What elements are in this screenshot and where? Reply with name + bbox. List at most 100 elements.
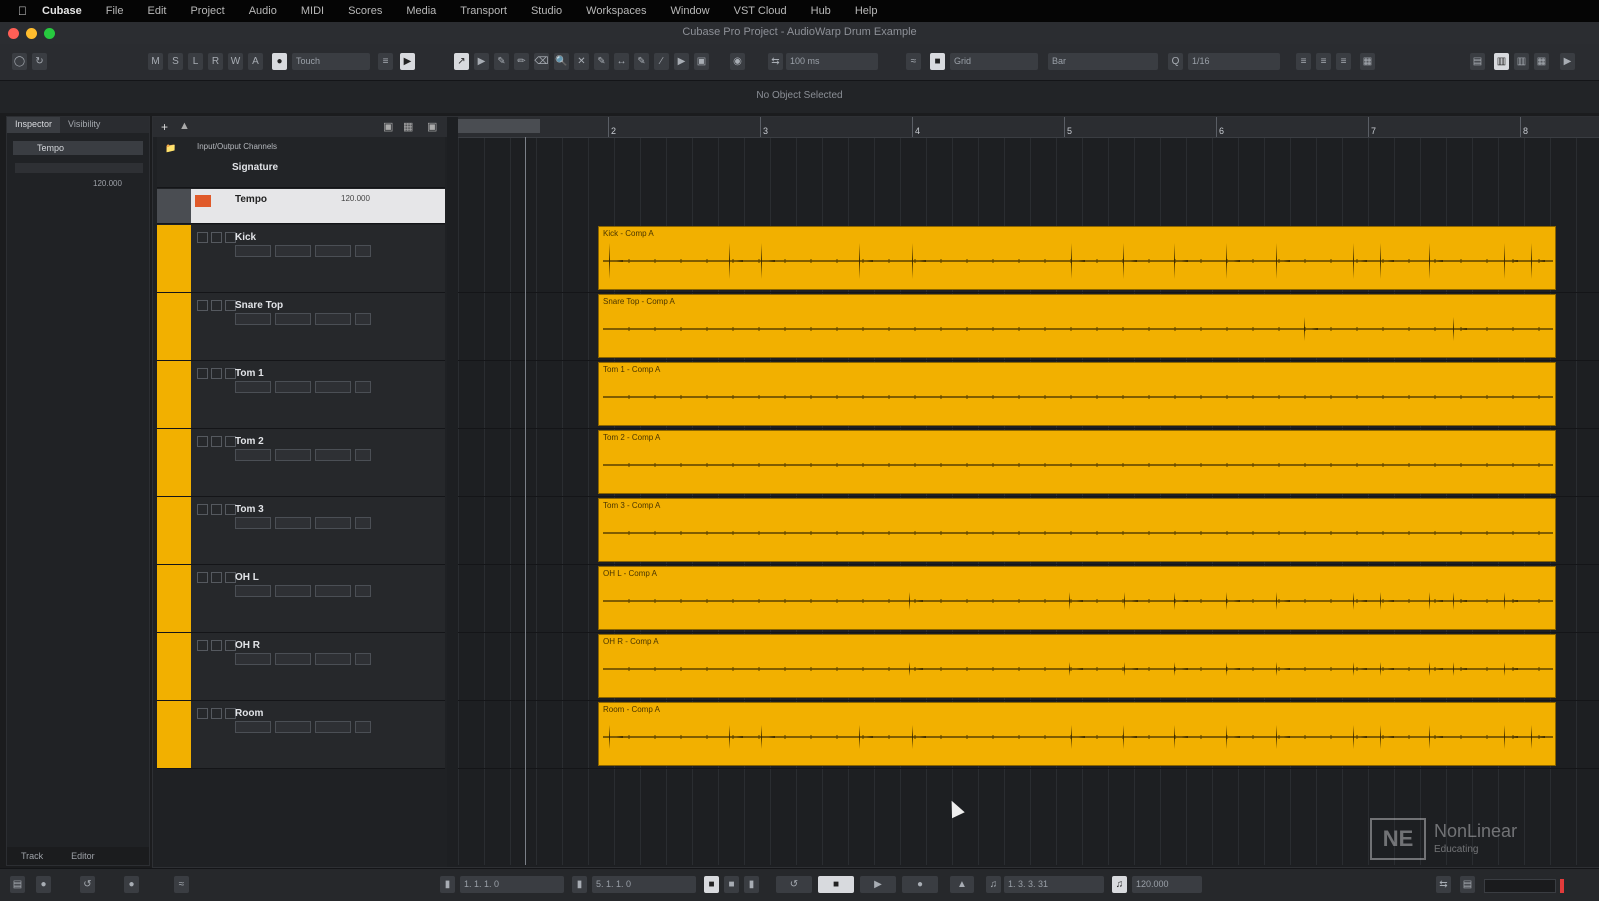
ruler[interactable]: 2 3 4 5 6 7 8 xyxy=(458,117,1599,138)
track-name[interactable]: Room xyxy=(235,708,263,719)
track-row[interactable]: Tom 3 xyxy=(157,497,445,565)
read-write-control[interactable] xyxy=(315,449,351,461)
tab-visibility[interactable]: Visibility xyxy=(60,117,108,133)
track-row[interactable]: OH R xyxy=(157,633,445,701)
left-locator-field[interactable]: 1. 1. 1. 0 xyxy=(460,876,564,893)
automation-mode-icon[interactable]: ● xyxy=(272,53,287,70)
track-color-strip[interactable] xyxy=(157,701,191,768)
erase-tool-icon[interactable]: ⌫ xyxy=(534,53,549,70)
track-color-strip[interactable] xyxy=(157,293,191,360)
track-name[interactable]: Tom 2 xyxy=(235,436,264,447)
solo-button[interactable] xyxy=(211,572,222,583)
primary-time-icon[interactable]: ♫ xyxy=(986,876,1001,893)
edit-button[interactable] xyxy=(355,585,371,597)
setup-window-icon[interactable]: ▦ xyxy=(1534,53,1549,70)
lower-zone-icon[interactable]: ▥ xyxy=(1494,53,1509,70)
position-field[interactable]: 1. 3. 3. 31 xyxy=(1004,876,1104,893)
solo-button[interactable] xyxy=(211,640,222,651)
color-tool-icon[interactable]: ▣ xyxy=(694,53,709,70)
nudge-icon[interactable]: ⇆ xyxy=(768,53,783,70)
edit-button[interactable] xyxy=(355,653,371,665)
tab-track[interactable]: Track xyxy=(7,847,57,865)
track-row[interactable]: Kick xyxy=(157,225,445,293)
record-button[interactable]: ● xyxy=(902,876,938,893)
edit-button[interactable] xyxy=(355,313,371,325)
solo-button[interactable] xyxy=(211,504,222,515)
track-color-strip[interactable] xyxy=(157,361,191,428)
edit-button[interactable] xyxy=(355,381,371,393)
track-color-strip[interactable] xyxy=(157,225,191,292)
constrain-delay-icon[interactable]: ↻ xyxy=(32,53,47,70)
add-track-icon[interactable]: + xyxy=(161,120,168,134)
track-name[interactable]: OH R xyxy=(235,640,260,651)
track-color-strip[interactable] xyxy=(157,633,191,700)
menu-media[interactable]: Media xyxy=(406,5,436,17)
mute-tool-icon[interactable]: ✕ xyxy=(574,53,589,70)
listen-icon[interactable]: L xyxy=(188,53,203,70)
volume-control[interactable] xyxy=(235,585,271,597)
track-lane[interactable]: Kick - Comp A xyxy=(458,225,1599,293)
track-row[interactable]: OH L xyxy=(157,565,445,633)
audio-event[interactable]: OH L - Comp A xyxy=(598,566,1556,630)
cycle-mode-icon[interactable]: ↺ xyxy=(80,876,95,893)
mute-button[interactable] xyxy=(197,232,208,243)
mute-button[interactable] xyxy=(197,640,208,651)
menu-project[interactable]: Project xyxy=(190,5,224,17)
track-lane[interactable]: OH R - Comp A xyxy=(458,633,1599,701)
volume-control[interactable] xyxy=(235,245,271,257)
track-presets-icon[interactable]: ▣ xyxy=(383,120,393,133)
stop-button[interactable]: ■ xyxy=(818,876,854,893)
inspector-track-name[interactable]: Tempo xyxy=(13,141,143,155)
left-zone-icon[interactable]: ▤ xyxy=(1470,53,1485,70)
iterative-quantize-icon[interactable]: ≡ xyxy=(1296,53,1311,70)
activate-project-icon[interactable]: ◯ xyxy=(12,53,27,70)
solo-button[interactable] xyxy=(211,232,222,243)
audio-event[interactable]: Tom 2 - Comp A xyxy=(598,430,1556,494)
project-cursor[interactable] xyxy=(525,137,526,865)
read-write-control[interactable] xyxy=(315,585,351,597)
punch-in-icon[interactable]: ■ xyxy=(704,876,719,893)
track-lane[interactable]: Tom 1 - Comp A xyxy=(458,361,1599,429)
object-selection-tool-icon[interactable]: ↗ xyxy=(454,53,469,70)
volume-control[interactable] xyxy=(235,313,271,325)
mute-button[interactable] xyxy=(197,368,208,379)
line-tool-icon[interactable]: ∕ xyxy=(654,53,669,70)
tempo-track[interactable]: Tempo 120.000 xyxy=(157,189,445,224)
split-tool-icon[interactable]: ✎ xyxy=(494,53,509,70)
inspector-tempo-slider[interactable] xyxy=(15,163,143,173)
solo-button[interactable] xyxy=(211,436,222,447)
mute-icon[interactable]: M xyxy=(148,53,163,70)
track-name[interactable]: Snare Top xyxy=(235,300,283,311)
track-row[interactable]: Tom 1 xyxy=(157,361,445,429)
pan-control[interactable] xyxy=(275,449,311,461)
menu-midi[interactable]: MIDI xyxy=(301,5,324,17)
pan-control[interactable] xyxy=(275,517,311,529)
tab-inspector[interactable]: Inspector xyxy=(7,117,61,133)
tab-editor[interactable]: Editor xyxy=(57,847,109,865)
lower-zone-toggle-icon[interactable]: ▤ xyxy=(10,876,25,893)
comp-tool-icon[interactable]: ✎ xyxy=(594,53,609,70)
right-zone-icon[interactable]: ▥ xyxy=(1514,53,1529,70)
pan-control[interactable] xyxy=(275,653,311,665)
left-locator-icon[interactable]: ▮ xyxy=(440,876,455,893)
track-zoom-icon[interactable]: ▣ xyxy=(427,120,437,133)
track-filter-icon[interactable]: ▲ xyxy=(179,120,190,132)
solo-icon[interactable]: S xyxy=(168,53,183,70)
menu-app[interactable]: Cubase xyxy=(42,5,82,17)
autoscroll-icon[interactable]: ▶ xyxy=(400,53,415,70)
read-write-control[interactable] xyxy=(315,517,351,529)
read-write-control[interactable] xyxy=(315,381,351,393)
menu-vst-cloud[interactable]: VST Cloud xyxy=(734,5,787,17)
nudge-select[interactable]: 100 ms xyxy=(786,53,878,70)
track-name[interactable]: Tom 3 xyxy=(235,504,264,515)
menu-edit[interactable]: Edit xyxy=(147,5,166,17)
edit-button[interactable] xyxy=(355,721,371,733)
pan-control[interactable] xyxy=(275,313,311,325)
audio-event[interactable]: Tom 1 - Comp A xyxy=(598,362,1556,426)
read-write-control[interactable] xyxy=(315,653,351,665)
track-name[interactable]: Kick xyxy=(235,232,256,243)
folder-track[interactable]: 📁 Input/Output Channels Signature xyxy=(157,137,445,188)
volume-control[interactable] xyxy=(235,381,271,393)
pan-control[interactable] xyxy=(275,585,311,597)
read-icon[interactable]: R xyxy=(208,53,223,70)
